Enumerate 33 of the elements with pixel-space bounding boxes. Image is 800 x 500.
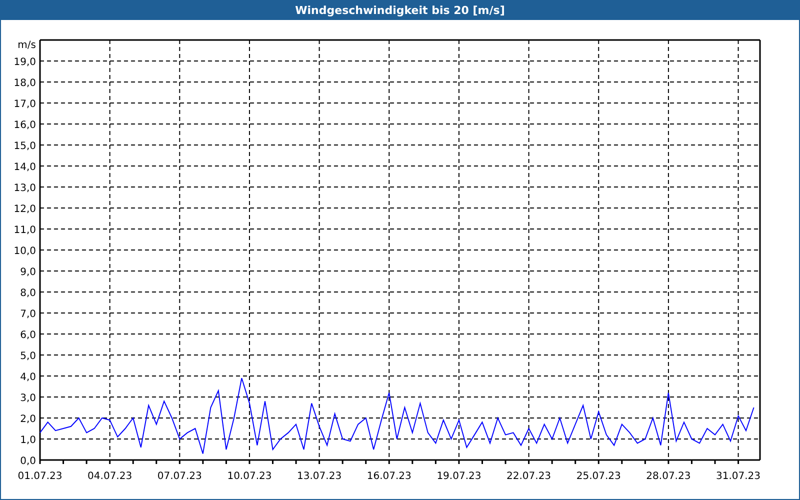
y-axis-label: 2,0	[20, 414, 36, 425]
x-axis-label: 22.07.23	[506, 471, 552, 482]
y-axis-label: 18,0	[14, 78, 36, 89]
x-axis-label: 28.07.23	[646, 471, 691, 482]
y-axis-label: 3,0	[20, 393, 36, 404]
x-axis-label: 10.07.23	[227, 471, 272, 482]
y-axis-label: 14,0	[14, 162, 36, 173]
y-axis-label: 8,0	[20, 288, 36, 299]
y-axis-label: 9,0	[20, 267, 36, 278]
x-axis-label: 19.07.23	[436, 471, 482, 482]
y-axis-label: 4,0	[20, 372, 36, 383]
y-axis-label: 15,0	[14, 141, 36, 152]
y-axis-label: 13,0	[14, 183, 36, 194]
y-axis-unit: m/s	[18, 40, 36, 51]
y-axis-label: 5,0	[20, 351, 36, 362]
x-axis-label: 04.07.23	[88, 471, 132, 482]
x-axis-label: 16.07.23	[366, 471, 412, 482]
y-axis-label: 17,0	[14, 99, 36, 110]
y-axis-label: 0,0	[20, 456, 36, 467]
y-axis-label: 6,0	[20, 330, 36, 341]
y-axis-label: 10,0	[14, 246, 36, 257]
y-axis-label: 12,0	[14, 204, 36, 215]
y-axis-label: 11,0	[14, 225, 36, 236]
y-axis-label: 16,0	[14, 120, 36, 131]
x-axis-label: 13.07.23	[297, 471, 342, 482]
y-axis-label: 19,0	[14, 57, 36, 68]
x-axis-label: 01.07.23	[18, 471, 62, 482]
x-axis-label: 31.07.23	[716, 471, 761, 482]
x-axis-label: 25.07.23	[576, 471, 621, 482]
chart-title: Windgeschwindigkeit bis 20 [m/s]	[295, 4, 505, 16]
x-axis-label: 07.07.23	[157, 471, 202, 482]
y-axis-label: 7,0	[20, 309, 36, 320]
y-axis-label: 1,0	[20, 435, 36, 446]
